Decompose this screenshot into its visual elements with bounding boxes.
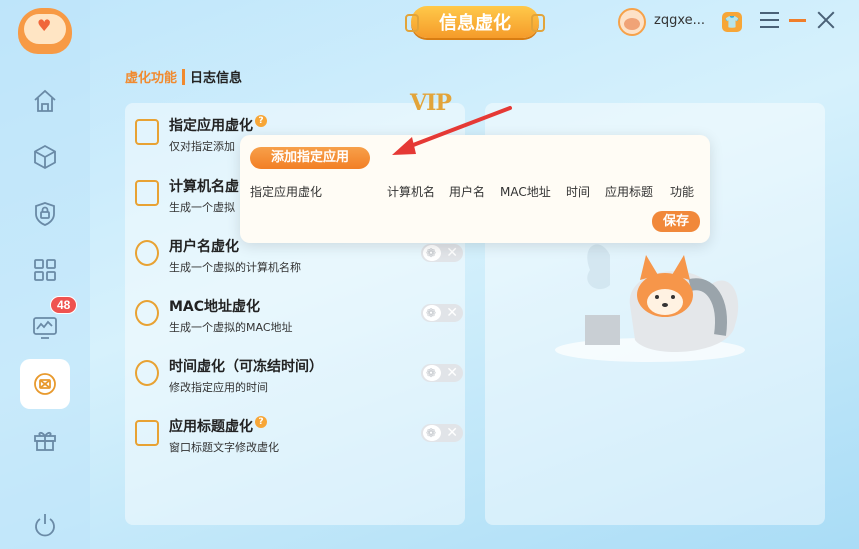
feature-desc: 窗口标题文字修改虚化 xyxy=(169,441,279,454)
annotation-arrow xyxy=(392,106,512,155)
feature-desc: 仅对指定添加 xyxy=(169,140,235,153)
app-logo xyxy=(18,8,72,54)
tab-virtualize[interactable]: 虚化功能 xyxy=(125,67,177,86)
shirt-icon[interactable]: 👕 xyxy=(722,12,742,32)
breadcrumb: 虚化功能 日志信息 xyxy=(125,67,242,86)
location-pin-icon xyxy=(135,300,159,326)
monitor-chart-icon[interactable]: 48 xyxy=(20,296,78,352)
column-header: 时间 xyxy=(566,185,591,199)
feature-desc: 生成一个虚拟的计算机名称 xyxy=(169,261,301,274)
apps-grid-icon[interactable] xyxy=(20,245,70,295)
save-button[interactable]: 保存 xyxy=(652,211,700,232)
app-document-icon xyxy=(135,119,159,145)
feature-desc: 生成一个虚拟 xyxy=(169,201,235,214)
feature-username: 用户名虚化 生成一个虚拟的计算机名称 ✕ xyxy=(135,236,465,286)
tab-log-info[interactable]: 日志信息 xyxy=(190,67,242,86)
column-header: 用户名 xyxy=(449,185,486,199)
feature-desc: 生成一个虚拟的MAC地址 xyxy=(169,321,293,334)
feature-name: 应用标题虚化 xyxy=(169,419,253,435)
feature-app-title: 应用标题虚化? 窗口标题文字修改虚化 ✕ xyxy=(135,416,465,466)
computer-icon xyxy=(135,180,159,206)
home-icon[interactable] xyxy=(20,76,70,126)
info-virtualize-icon[interactable] xyxy=(20,359,70,409)
feature-toggle[interactable]: ✕ xyxy=(421,364,463,382)
feature-mac-address: MAC地址虚化 生成一个虚拟的MAC地址 ✕ xyxy=(135,296,465,346)
feature-desc: 修改指定应用的时间 xyxy=(169,381,268,394)
cube-icon[interactable] xyxy=(20,132,70,182)
lock-icon[interactable] xyxy=(20,189,70,239)
user-icon xyxy=(135,240,159,266)
power-icon[interactable] xyxy=(20,500,70,549)
notification-badge: 48 xyxy=(50,296,78,314)
help-icon[interactable]: ? xyxy=(255,115,267,127)
feature-time: 时间虚化（可冻结时间） 修改指定应用的时间 ✕ xyxy=(135,356,465,406)
column-header: 指定应用虚化 xyxy=(250,185,323,199)
feature-name: 指定应用虚化 xyxy=(169,118,253,134)
minimize-icon[interactable] xyxy=(789,19,806,22)
menu-icon[interactable] xyxy=(760,12,779,30)
feature-toggle[interactable]: ✕ xyxy=(421,244,463,262)
column-header: 功能 xyxy=(670,185,695,199)
gift-icon[interactable] xyxy=(20,415,70,465)
feature-name: 时间虚化（可冻结时间） xyxy=(169,359,323,375)
window-title-icon xyxy=(135,420,159,446)
tab-divider xyxy=(182,68,186,85)
feature-toggle[interactable]: ✕ xyxy=(421,424,463,442)
username[interactable]: zqgxe... xyxy=(654,13,705,28)
feature-name: 计算机名虚 xyxy=(169,179,239,195)
clock-icon xyxy=(135,360,159,386)
close-icon[interactable] xyxy=(816,10,836,30)
dog-illustration xyxy=(555,244,745,362)
feature-name: 用户名虚化 xyxy=(169,239,239,255)
sidebar: 48 xyxy=(0,0,90,549)
column-header: 应用标题 xyxy=(605,185,654,199)
feature-name: MAC地址虚化 xyxy=(169,299,261,315)
help-icon[interactable]: ? xyxy=(255,416,267,428)
column-header: 计算机名 xyxy=(387,185,436,199)
page-title: 信息虚化 xyxy=(405,6,545,38)
avatar[interactable] xyxy=(618,8,646,36)
column-header: MAC地址 xyxy=(500,185,551,199)
add-app-button[interactable]: 添加指定应用 xyxy=(250,147,370,169)
feature-toggle[interactable]: ✕ xyxy=(421,304,463,322)
